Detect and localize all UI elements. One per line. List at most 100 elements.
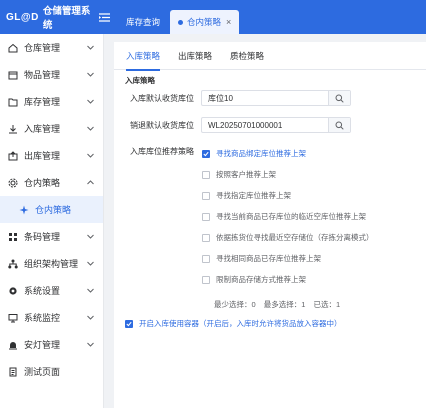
sidebar-item-label: 出库管理 — [24, 151, 61, 161]
close-icon[interactable]: × — [226, 17, 231, 27]
strategy-option-label: 依据拣货位寻找最近空存储位（存拣分离模式） — [216, 233, 374, 242]
sidebar-item-label: 物品管理 — [24, 70, 61, 80]
strategy-option-label: 寻找指定库位推荐上架 — [216, 191, 291, 200]
active-dot-icon — [178, 19, 184, 25]
tab-qc-strategy[interactable]: 质检策略 — [230, 42, 264, 70]
page-tabs: 库存查询 仓内策略 × — [118, 0, 241, 34]
selection-counts: 最少选择：0 最多选择：1 已选：1 — [214, 299, 345, 310]
sidebar-subitem-warehouse-strategy[interactable]: 仓内策略 — [0, 196, 103, 223]
tab-warehouse-strategy[interactable]: 仓内策略 × — [170, 10, 240, 34]
sidebar-item-label: 测试页面 — [24, 367, 61, 377]
chevron-down-icon — [86, 314, 94, 322]
sidebar-item-label: 仓内策略 — [35, 205, 72, 215]
sparkle-icon — [18, 204, 29, 215]
monitor-icon — [7, 312, 18, 323]
top-bar: GL@D 仓储管理系统 库存查询 仓内策略 × — [0, 0, 426, 34]
chevron-down-icon — [86, 233, 94, 241]
default-location-value: 库位10 — [208, 93, 233, 103]
checkbox-icon[interactable] — [202, 212, 210, 221]
max-select-text: 最多选择：1 — [263, 300, 306, 309]
inbound-icon — [7, 123, 18, 134]
strategy-option-label: 按照客户推荐上架 — [216, 170, 276, 179]
sidebar-item-inventory[interactable]: 库存管理 — [0, 88, 103, 115]
tab-inventory-query[interactable]: 库存查询 — [118, 10, 168, 34]
search-icon[interactable] — [328, 118, 350, 132]
sidebar-item-test-page[interactable]: 测试页面 — [0, 358, 103, 385]
sidebar: 仓库管理 物品管理 库存管理 入库管理 出库管理 仓内策略 仓内策略 条码管理 … — [0, 34, 104, 408]
strategy-option[interactable]: 依据拣货位寻找最近空存储位（存拣分离模式） — [202, 232, 374, 243]
recommend-strategy-label: 入库库位推荐策略 — [130, 147, 194, 156]
enable-container-option[interactable]: 开启入库使用容器（开启后，入库时允许将货品放入容器中） — [125, 318, 342, 329]
strategy-option[interactable]: 寻找相同商品已存库位推荐上架 — [202, 253, 321, 264]
gear-icon — [7, 177, 18, 188]
sidebar-item-label: 库存管理 — [24, 97, 61, 107]
chevron-down-icon — [86, 287, 94, 295]
strategy-option[interactable]: 寻找商品绑定库位推荐上架 — [202, 148, 306, 159]
sidebar-item-warehouse-strategy[interactable]: 仓内策略 — [0, 169, 103, 196]
return-location-input[interactable]: WL20250701000001 — [201, 117, 351, 133]
brand: GL@D 仓储管理系统 — [0, 0, 110, 34]
default-location-row: 入库默认收货库位 库位10 — [114, 90, 351, 106]
strategy-option[interactable]: 寻找当前商品已存库位的临近空库位推荐上架 — [202, 211, 366, 222]
strategy-panel: 入库策略 出库策略 质检策略 入库策略 入库默认收货库位 库位10 销退默认收货… — [114, 42, 426, 408]
folder-icon — [7, 96, 18, 107]
strategy-option[interactable]: 按照客户推荐上架 — [202, 169, 276, 180]
chevron-down-icon — [86, 260, 94, 268]
checkbox-icon[interactable] — [202, 170, 210, 179]
checkbox-icon[interactable] — [202, 233, 210, 242]
sidebar-item-andon[interactable]: 安灯管理 — [0, 331, 103, 358]
sidebar-item-label: 仓库管理 — [24, 43, 61, 53]
return-location-row: 销退默认收货库位 WL20250701000001 — [114, 117, 351, 133]
recommend-label-row: 入库库位推荐策略 — [114, 146, 194, 157]
chevron-down-icon — [86, 125, 94, 133]
sidebar-item-system-monitor[interactable]: 系统监控 — [0, 304, 103, 331]
search-icon[interactable] — [328, 91, 350, 105]
test-icon — [7, 366, 18, 377]
checkbox-icon[interactable] — [202, 275, 210, 284]
sidebar-item-label: 条码管理 — [24, 232, 61, 242]
sidebar-item-inbound[interactable]: 入库管理 — [0, 115, 103, 142]
sidebar-item-barcode[interactable]: 条码管理 — [0, 223, 103, 250]
strategy-option-label: 寻找相同商品已存库位推荐上架 — [216, 254, 321, 263]
chevron-up-icon — [86, 179, 94, 187]
strategy-option[interactable]: 限制商品存储方式推荐上架 — [202, 274, 306, 285]
sidebar-item-organization[interactable]: 组织架构管理 — [0, 250, 103, 277]
home-icon — [7, 42, 18, 53]
sidebar-item-label: 组织架构管理 — [24, 259, 79, 269]
box-icon — [7, 69, 18, 80]
strategy-option-label: 寻找当前商品已存库位的临近空库位推荐上架 — [216, 212, 366, 221]
sidebar-item-warehouse[interactable]: 仓库管理 — [0, 34, 103, 61]
checkbox-icon[interactable] — [202, 254, 210, 263]
sidebar-item-outbound[interactable]: 出库管理 — [0, 142, 103, 169]
default-location-label: 入库默认收货库位 — [130, 93, 194, 103]
chevron-down-icon — [86, 98, 94, 106]
default-location-input[interactable]: 库位10 — [201, 90, 351, 106]
chevron-down-icon — [86, 71, 94, 79]
brand-logo: GL@D — [6, 11, 39, 23]
return-location-value: WL20250701000001 — [208, 120, 283, 130]
menu-collapse-icon[interactable] — [99, 12, 110, 22]
sidebar-item-system-settings[interactable]: 系统设置 — [0, 277, 103, 304]
strategy-option[interactable]: 寻找指定库位推荐上架 — [202, 190, 291, 201]
app-title: 仓储管理系统 — [42, 6, 91, 31]
return-location-label: 销退默认收货库位 — [130, 120, 194, 130]
checkbox-checked-icon[interactable] — [125, 319, 133, 328]
section-title: 入库策略 — [125, 76, 155, 85]
chevron-down-icon — [86, 44, 94, 52]
settings-icon — [7, 285, 18, 296]
tab-label: 仓内策略 — [187, 17, 222, 27]
sidebar-item-goods[interactable]: 物品管理 — [0, 61, 103, 88]
strategy-tabs: 入库策略 出库策略 质检策略 — [114, 42, 426, 71]
sidebar-item-label: 安灯管理 — [24, 340, 61, 350]
tab-label: 库存查询 — [126, 17, 161, 27]
sidebar-item-label: 入库管理 — [24, 124, 61, 134]
sidebar-item-label: 仓内策略 — [24, 178, 61, 188]
tab-outbound-strategy[interactable]: 出库策略 — [178, 42, 212, 70]
checkbox-icon[interactable] — [202, 191, 210, 200]
tab-inbound-strategy[interactable]: 入库策略 — [126, 42, 161, 71]
strategy-option-label: 限制商品存储方式推荐上架 — [216, 275, 306, 284]
chevron-down-icon — [86, 341, 94, 349]
checkbox-checked-icon[interactable] — [202, 149, 210, 158]
enable-container-label: 开启入库使用容器（开启后，入库时允许将货品放入容器中） — [139, 319, 342, 328]
selected-count-text: 已选：1 — [313, 300, 341, 309]
